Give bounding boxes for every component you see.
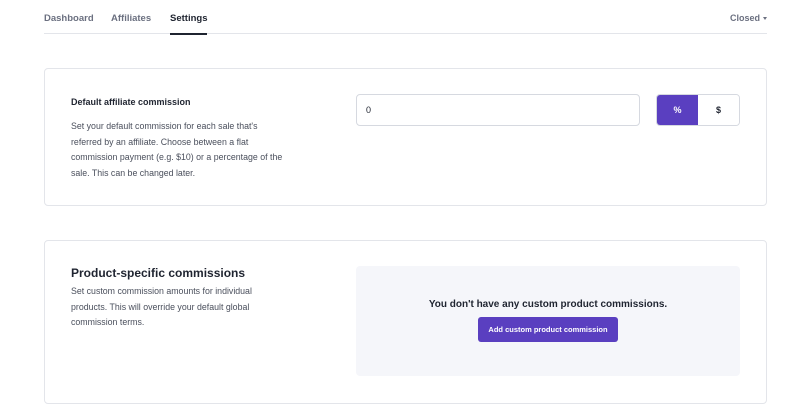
default-commission-card: Default affiliate commission Set your de… (44, 68, 767, 206)
tab-affiliates[interactable]: Affiliates (111, 13, 151, 24)
status-dropdown[interactable]: Closed (730, 13, 767, 23)
chevron-down-icon (763, 17, 767, 20)
product-commissions-card: Product-specific commissions Set custom … (44, 240, 767, 404)
commission-type-toggle: % $ (656, 94, 740, 126)
empty-state-message: You don't have any custom product commis… (428, 299, 668, 310)
section-description: Set your default commission for each sal… (71, 121, 283, 178)
flat-amount-option-button[interactable]: $ (698, 95, 739, 125)
section-description: Set custom commission amounts for indivi… (71, 286, 252, 327)
section-title: Product-specific commissions (71, 266, 246, 280)
tab-settings[interactable]: Settings (170, 13, 208, 35)
tab-dashboard[interactable]: Dashboard (44, 13, 94, 24)
add-custom-commission-button[interactable]: Add custom product commission (478, 317, 618, 342)
section-title: Default affiliate commission (71, 97, 191, 107)
status-label: Closed (729, 13, 760, 23)
percent-option-button[interactable]: % (657, 95, 698, 125)
empty-state-panel: You don't have any custom product commis… (356, 266, 740, 376)
commission-amount-input[interactable] (356, 94, 640, 126)
top-navigation: Dashboard Affiliates Settings Closed (44, 0, 767, 35)
